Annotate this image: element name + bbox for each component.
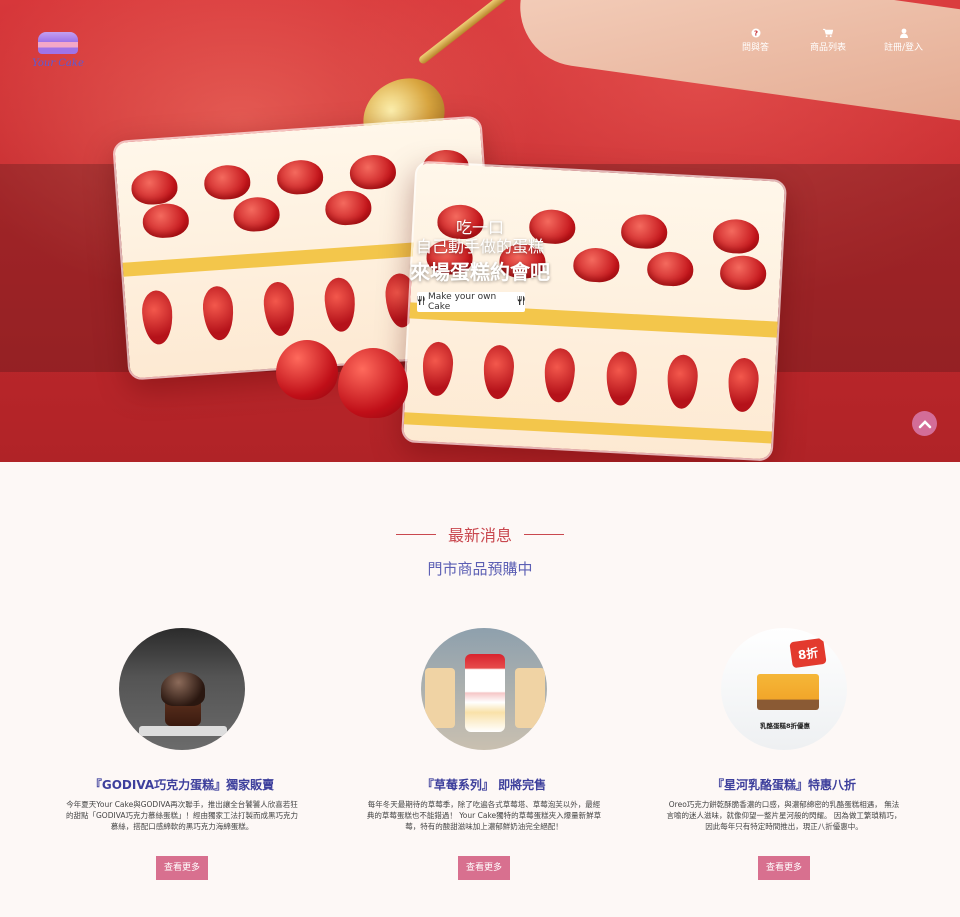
chevron-up-icon [918, 414, 932, 433]
svg-text:?: ? [753, 30, 757, 38]
nav-products-label: 商品列表 [810, 43, 847, 53]
news-card: 『GODIVA巧克力蛋糕』獨家販賣 今年夏天Your Cake與GODIVA再次… [52, 628, 312, 880]
site-logo[interactable]: Your Cake [30, 30, 86, 74]
nav-products[interactable]: 商品列表 [810, 28, 846, 53]
hero-heading: 吃一口 自己動手做的蛋糕 來場蛋糕約會吧 [0, 218, 960, 286]
news-card-title: 『GODIVA巧克力蛋糕』獨家販賣 [89, 778, 275, 792]
news-subtitle: 門市商品預購中 [427, 560, 533, 578]
read-more-button[interactable]: 查看更多 [458, 856, 510, 880]
title-divider-left [395, 533, 436, 535]
cake-logo-icon [38, 32, 78, 54]
image-caption: 乳酪蛋糕8折優惠 [759, 722, 811, 730]
spoon-handle-image [417, 0, 525, 66]
make-cake-label: Make your own Cake [428, 292, 497, 312]
nav-login[interactable]: 註冊/登入 [884, 28, 923, 53]
news-card: 『草莓系列』 即將完售 每年冬天最期待的草莓季，除了吃遍各式草莓塔、草莓泡芙以外… [354, 628, 614, 880]
user-icon [899, 28, 909, 38]
question-circle-icon: ? [751, 28, 761, 38]
strawberry-cake-image [421, 628, 547, 750]
hand-image [512, 0, 960, 122]
hero-line-2: 自己動手做的蛋糕 [415, 237, 544, 256]
news-card-desc: Oreo巧克力餅乾酥脆香濃的口感，與濃郁綿密的乳酪蛋糕相遇， 無法言喻的迷人滋味… [666, 800, 902, 831]
cheesecake-image: 8折 乳酪蛋糕8折優惠 [721, 628, 847, 750]
discount-badge: 8折 [789, 637, 827, 669]
strawberry-image [276, 340, 338, 400]
news-card-desc: 每年冬天最期待的草莓季，除了吃遍各式草莓塔、草莓泡芙以外，最經典的草莓蛋糕也不能… [366, 800, 602, 831]
utensils-icon [517, 296, 525, 308]
make-cake-button[interactable]: Make your own Cake [417, 292, 525, 312]
nav-login-label: 註冊/登入 [884, 43, 924, 53]
chocolate-cake-image [119, 628, 245, 750]
cart-icon [823, 28, 833, 38]
scroll-top-button[interactable] [912, 411, 937, 436]
news-card-title: 『草莓系列』 即將完售 [421, 778, 547, 792]
news-title: 最新消息 [447, 526, 512, 545]
hero-line-1: 吃一口 [455, 218, 504, 237]
hero-line-3: 來場蛋糕約會吧 [410, 260, 550, 284]
nav-faq[interactable]: ? 問與答 [742, 28, 769, 53]
read-more-button[interactable]: 查看更多 [758, 856, 810, 880]
nav-faq-label: 問與答 [742, 43, 770, 53]
news-section-title: 最新消息 [0, 522, 960, 546]
read-more-button[interactable]: 查看更多 [156, 856, 208, 880]
hero-banner: Your Cake ? 問與答 商品列表 註冊/登入 吃一口 自己動手做的蛋糕 … [0, 0, 960, 462]
news-card-title: 『星河乳酪蛋糕』特惠八折 [711, 778, 856, 792]
logo-text: Your Cake [32, 58, 84, 69]
utensils-icon [417, 296, 425, 308]
title-divider-right [524, 533, 564, 535]
strawberry-image [338, 348, 408, 418]
news-card-desc: 今年夏天Your Cake與GODIVA再次聯手，推出讓全台饕饕人欣喜若狂的甜點… [66, 800, 298, 831]
news-card: 8折 乳酪蛋糕8折優惠 『星河乳酪蛋糕』特惠八折 Oreo巧克力餅乾酥脆香濃的口… [654, 628, 914, 880]
